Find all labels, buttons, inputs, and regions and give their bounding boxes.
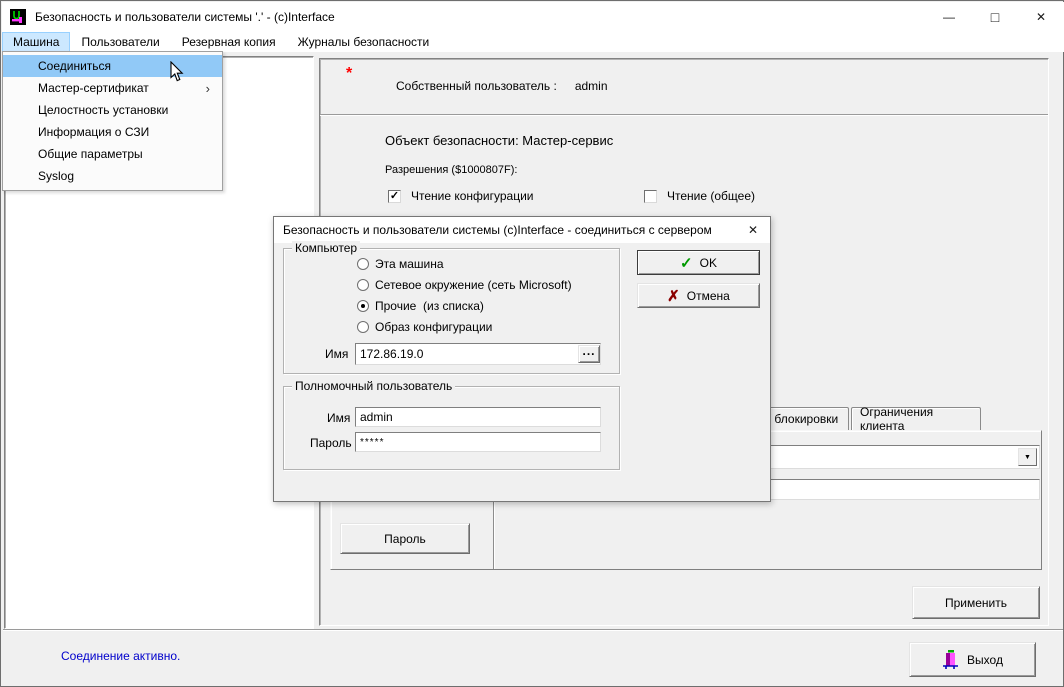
security-object-title: Объект безопасности: Мастер-сервис — [385, 133, 613, 148]
menu-bar: Машина Пользователи Резервная копия Журн… — [2, 32, 1064, 52]
cancel-x-icon: ✗ — [667, 287, 680, 305]
checkbox-read-config-label: Чтение конфигурации — [411, 189, 534, 203]
cancel-button[interactable]: ✗ Отмена — [637, 283, 760, 308]
radio-this-machine-label: Эта машина — [375, 257, 444, 271]
apply-button[interactable]: Применить — [912, 586, 1040, 619]
tab-client-restrictions-label: Ограничения клиента — [860, 405, 972, 433]
menu-item-syslog-label: Syslog — [38, 169, 74, 183]
minimize-button[interactable]: — — [926, 2, 972, 32]
checkbox-read-common[interactable] — [644, 190, 657, 203]
window-title: Безопасность и пользователи системы '.' … — [35, 10, 335, 24]
checkbox-read-config[interactable]: ✓ — [388, 190, 401, 203]
tab-client-restrictions[interactable]: Ограничения клиента — [851, 407, 981, 430]
computer-name-input[interactable] — [355, 343, 601, 365]
exit-button[interactable]: Выход — [909, 642, 1036, 677]
close-button[interactable]: ✕ — [1018, 2, 1064, 32]
menu-item-szi-info-label: Информация о СЗИ — [38, 125, 149, 139]
radio-config-image-circle[interactable] — [357, 321, 369, 333]
window-controls: — □ ✕ — [926, 2, 1064, 32]
radio-config-image[interactable]: Образ конфигурации — [357, 320, 492, 334]
maximize-button[interactable]: □ — [972, 2, 1018, 32]
app-icon — [10, 9, 26, 25]
ok-button-label: OK — [700, 256, 717, 270]
dialog-title: Безопасность и пользователи системы (c)I… — [283, 223, 712, 237]
password-button[interactable]: Пароль — [340, 523, 470, 554]
radio-network-circle[interactable] — [357, 279, 369, 291]
exit-door-icon — [942, 650, 959, 670]
permissions-label: Разрешения ($1000807F): — [385, 164, 517, 176]
menubar-item-backup[interactable]: Резервная копия — [171, 32, 287, 52]
radio-network[interactable]: Сетевое окружение (сеть Microsoft) — [357, 278, 572, 292]
app-window: Безопасность и пользователи системы '.' … — [0, 0, 1064, 687]
checkbox-read-common-label: Чтение (общее) — [667, 189, 755, 203]
authorized-user-group: Полномочный пользователь — [283, 386, 620, 470]
menu-item-general-params[interactable]: Общие параметры — [3, 143, 222, 165]
check-icon: ✓ — [390, 191, 399, 202]
menu-item-master-certificate-label: Мастер-сертификат — [38, 81, 149, 95]
dialog-close-icon: ✕ — [748, 223, 758, 237]
menu-item-install-integrity[interactable]: Целостность установки — [3, 99, 222, 121]
menu-item-general-params-label: Общие параметры — [38, 147, 143, 161]
ok-button[interactable]: ✓ OK — [637, 250, 760, 275]
mouse-cursor — [170, 61, 185, 86]
dialog-title-bar: Безопасность и пользователи системы (c)I… — [274, 217, 770, 243]
own-user-value: admin — [575, 79, 608, 93]
radio-network-label: Сетевое окружение (сеть Microsoft) — [375, 278, 572, 292]
password-button-label: Пароль — [384, 532, 426, 546]
menu-item-install-integrity-label: Целостность установки — [38, 103, 168, 117]
ok-check-icon: ✓ — [680, 254, 693, 272]
chevron-down-icon: ▼ — [1024, 454, 1031, 461]
radio-other-from-list-label: Прочие (из списка) — [375, 299, 484, 313]
menu-item-master-certificate[interactable]: Мастер-сертификат › — [3, 77, 222, 99]
minimize-icon: — — [943, 10, 955, 24]
combobox-dropdown-button[interactable]: ▼ — [1018, 448, 1037, 466]
machine-menu: Соединиться Мастер-сертификат › Целостно… — [2, 51, 223, 191]
status-divider — [3, 629, 1063, 631]
ellipsis-icon: ... — [582, 344, 595, 358]
menubar-item-users[interactable]: Пользователи — [70, 32, 170, 52]
required-marker: * — [346, 65, 352, 83]
submenu-arrow-icon: › — [206, 81, 210, 96]
section-divider — [320, 114, 1048, 116]
menubar-item-machine[interactable]: Машина — [2, 32, 70, 52]
connect-dialog: Безопасность и пользователи системы (c)I… — [273, 216, 771, 502]
authorized-user-group-label: Полномочный пользователь — [292, 379, 455, 393]
password-input[interactable] — [355, 432, 601, 452]
computer-group-label: Компьютер — [292, 241, 360, 255]
close-icon: ✕ — [1036, 10, 1046, 24]
apply-button-label: Применить — [945, 596, 1007, 610]
own-user-label: Собственный пользователь : — [396, 79, 557, 93]
password-label: Пароль — [310, 436, 352, 450]
menu-item-connect[interactable]: Соединиться — [3, 55, 222, 77]
radio-other-from-list-circle[interactable] — [357, 300, 369, 312]
user-name-label: Имя — [327, 411, 350, 425]
radio-config-image-label: Образ конфигурации — [375, 320, 492, 334]
radio-this-machine-circle[interactable] — [357, 258, 369, 270]
user-name-input[interactable] — [355, 407, 601, 427]
menu-item-syslog[interactable]: Syslog — [3, 165, 222, 187]
browse-button[interactable]: ... — [578, 345, 600, 363]
menubar-item-security-logs[interactable]: Журналы безопасности — [287, 32, 441, 52]
computer-name-label: Имя — [325, 347, 348, 361]
radio-this-machine[interactable]: Эта машина — [357, 257, 444, 271]
connection-status-text: Соединение активно. — [61, 649, 180, 663]
exit-button-label: Выход — [967, 653, 1003, 667]
radio-other-from-list[interactable]: Прочие (из списка) — [357, 299, 484, 313]
maximize-icon: □ — [991, 9, 999, 25]
dialog-close-button[interactable]: ✕ — [736, 217, 770, 243]
tab-locks-label: / блокировки — [768, 412, 838, 426]
menu-item-szi-info[interactable]: Информация о СЗИ — [3, 121, 222, 143]
cancel-button-label: Отмена — [687, 289, 730, 303]
title-bar: Безопасность и пользователи системы '.' … — [2, 2, 1064, 32]
menu-item-connect-label: Соединиться — [38, 59, 111, 73]
